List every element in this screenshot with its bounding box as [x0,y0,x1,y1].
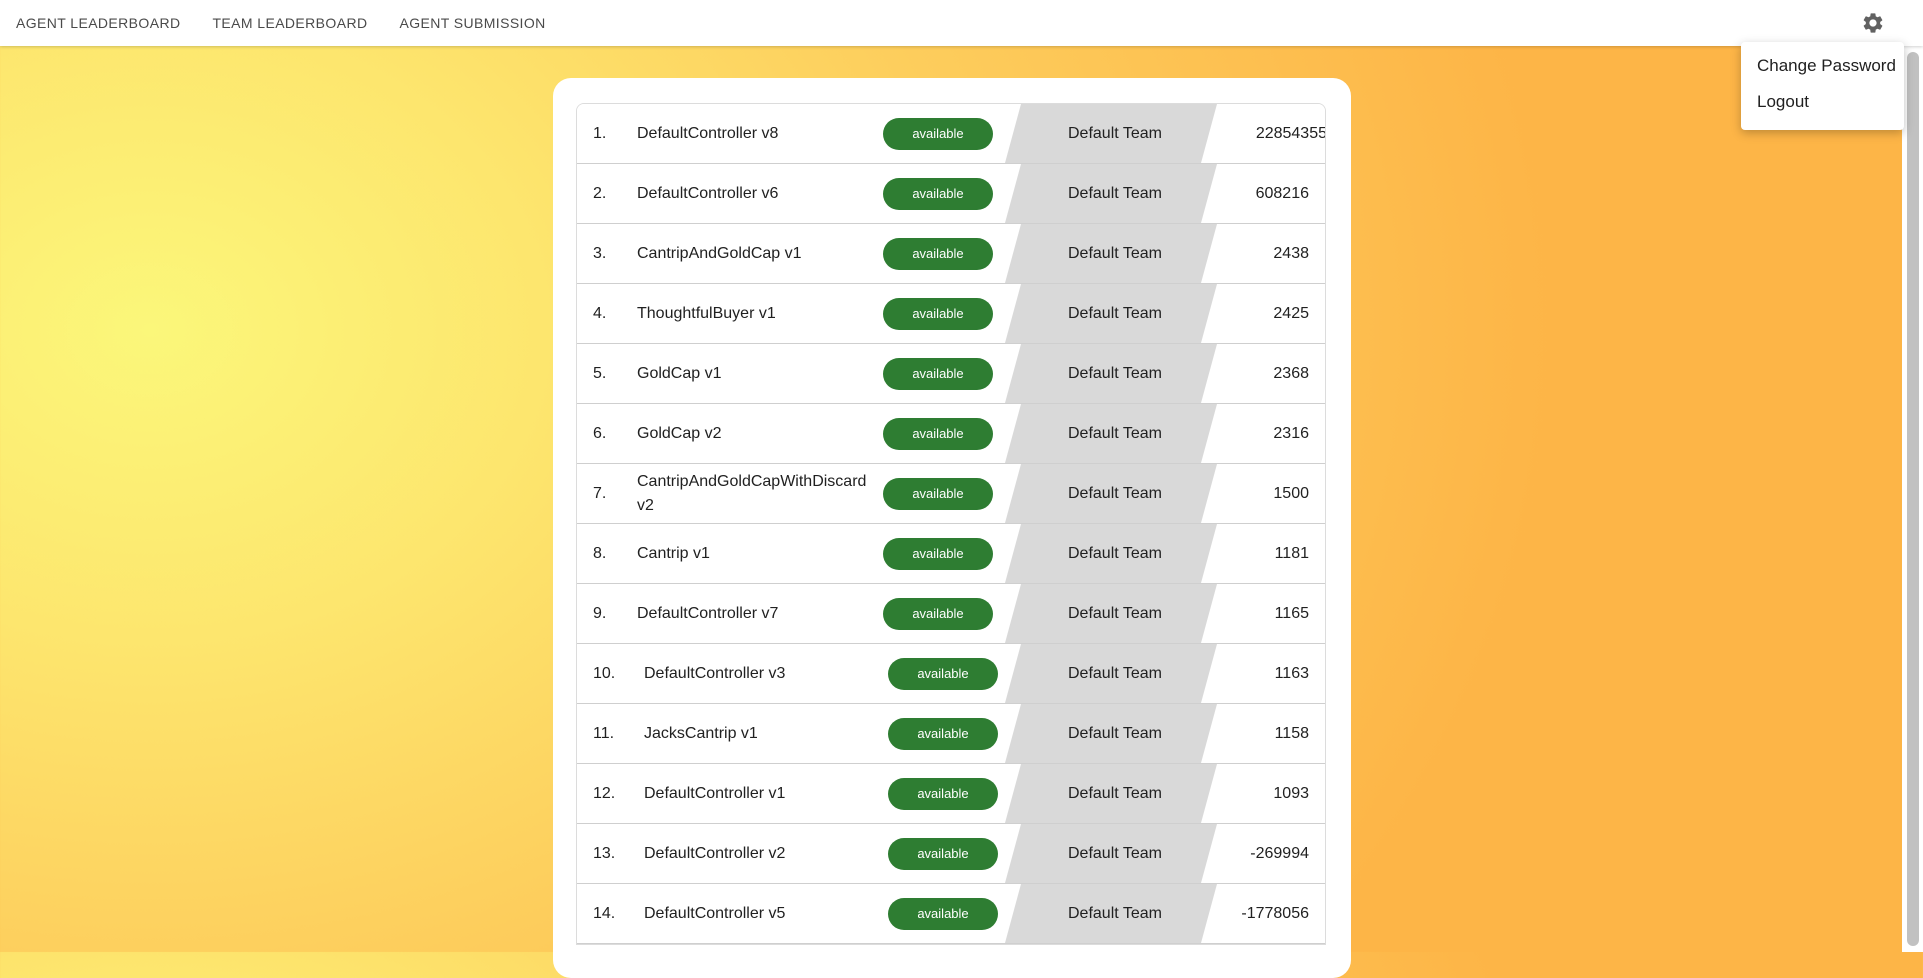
status-badge[interactable]: available [888,838,998,870]
agent-name-cell: Cantrip v1 [637,544,710,562]
gear-icon[interactable] [1861,11,1885,35]
table-row[interactable]: 9. DefaultController v7 available Default T… [577,584,1325,644]
team-name-cell: Default Team [1068,785,1162,802]
table-row[interactable]: 10. DefaultController v3 available Default … [577,644,1325,704]
rank-cell: 6. [593,425,607,442]
team-name-cell: Default Team [1068,545,1162,562]
status-badge[interactable]: available [888,658,998,690]
status-badge[interactable]: available [888,778,998,810]
table-row[interactable]: 11. JacksCantrip v1 available Default Team 1… [577,704,1325,764]
rank-cell: 13. [593,845,616,862]
agent-name-cell: CantripAndGoldCapWithDiscard v2 [637,472,867,514]
status-badge[interactable]: available [888,898,998,930]
table-row[interactable]: 14. DefaultController v5 available Default … [577,884,1325,944]
score-cell: 22854355 [1255,125,1326,142]
agent-name-cell: ThoughtfulBuyer v1 [637,304,776,322]
status-badge[interactable]: available [883,358,993,390]
team-name-cell: Default Team [1068,185,1162,202]
table-row[interactable]: 5. GoldCap v1 available Default Team 2368 [577,344,1325,404]
score-cell: 2368 [1273,365,1309,382]
settings-menu: Change Password Logout [1741,42,1904,130]
rank-cell: 12. [593,785,616,802]
status-badge[interactable]: available [883,118,993,150]
agent-name-cell: DefaultController v6 [637,184,779,202]
rank-cell: 2. [593,185,607,202]
nav-agent-submission[interactable]: AGENT SUBMISSION [399,15,545,31]
agent-name-cell: DefaultController v8 [637,124,779,142]
team-name-cell: Default Team [1068,425,1162,442]
status-badge[interactable]: available [883,178,993,210]
rank-cell: 10. [593,665,616,682]
status-badge[interactable]: available [888,718,998,750]
team-name-cell: Default Team [1068,365,1162,382]
table-row[interactable]: 12. DefaultController v1 available Default … [577,764,1325,824]
score-cell: 608216 [1255,185,1309,202]
table-row[interactable]: 4. ThoughtfulBuyer v1 available Default Tea… [577,284,1325,344]
table-row[interactable]: 8. Cantrip v1 available Default Team 1181 [577,524,1325,584]
status-badge[interactable]: available [883,598,993,630]
nav-team-leaderboard[interactable]: TEAM LEADERBOARD [212,15,367,31]
team-name-cell: Default Team [1068,605,1162,622]
score-cell: 1165 [1274,605,1309,622]
score-cell: 1158 [1274,725,1309,742]
table-row[interactable]: 7. CantripAndGoldCapWithDiscard v2 availab… [577,464,1325,524]
agent-name-cell: DefaultController v1 [644,784,786,802]
table-row[interactable]: 2. DefaultController v6 available Default T… [577,164,1325,224]
score-cell: 1163 [1274,665,1309,682]
team-name-cell: Default Team [1068,725,1162,742]
status-badge[interactable]: available [883,478,993,510]
agent-name-cell: DefaultController v7 [637,604,779,622]
status-badge[interactable]: available [883,538,993,570]
table-row[interactable]: 6. GoldCap v2 available Default Team 2316 [577,404,1325,464]
score-cell: 2425 [1273,305,1309,322]
score-cell: 1093 [1273,785,1309,802]
team-name-cell: Default Team [1068,845,1162,862]
nav-agent-leaderboard[interactable]: AGENT LEADERBOARD [16,15,180,31]
rank-cell: 7. [593,485,607,502]
scrollbar-thumb[interactable] [1907,52,1919,946]
score-cell: 2438 [1273,245,1309,262]
agent-name-cell: DefaultController v3 [644,664,786,682]
agent-name-cell: DefaultController v5 [644,904,786,922]
team-name-cell: Default Team [1068,485,1162,502]
agent-name-cell: GoldCap v1 [637,364,722,382]
status-badge[interactable]: available [883,418,993,450]
rank-cell: 9. [593,605,607,622]
top-app-bar: AGENT LEADERBOARD TEAM LEADERBOARD AGENT… [0,0,1923,46]
leaderboard-table: 1. DefaultController v8 available Default T… [576,103,1326,945]
agent-name-cell: CantripAndGoldCap v1 [637,244,802,262]
agent-name-cell: DefaultController v2 [644,844,786,862]
score-cell: 1181 [1274,545,1309,562]
team-name-cell: Default Team [1068,245,1162,262]
rank-cell: 1. [593,125,607,142]
rank-cell: 14. [593,905,616,922]
status-badge[interactable]: available [883,238,993,270]
menu-item-logout[interactable]: Logout [1741,84,1904,120]
rank-cell: 5. [593,365,607,382]
rank-cell: 3. [593,245,607,262]
table-row[interactable]: 1. DefaultController v8 available Default T… [577,104,1325,164]
score-cell: -1778056 [1241,905,1309,922]
menu-item-change-password[interactable]: Change Password [1741,48,1904,84]
rank-cell: 4. [593,305,607,322]
score-cell: 1500 [1273,485,1309,502]
table-row[interactable]: 3. CantripAndGoldCap v1 available Default T… [577,224,1325,284]
score-cell: 2316 [1273,425,1309,442]
table-row[interactable]: 13. DefaultController v2 available Default … [577,824,1325,884]
agent-name-cell: JacksCantrip v1 [644,724,758,742]
score-cell: -269994 [1250,845,1309,862]
team-name-cell: Default Team [1068,305,1162,322]
agent-name-cell: GoldCap v2 [637,424,722,442]
team-name-cell: Default Team [1068,665,1162,682]
rank-cell: 11. [593,725,615,742]
team-name-cell: Default Team [1068,125,1162,142]
team-name-cell: Default Team [1068,905,1162,922]
leaderboard-card: 1. DefaultController v8 available Default T… [553,78,1351,978]
rank-cell: 8. [593,545,607,562]
status-badge[interactable]: available [883,298,993,330]
